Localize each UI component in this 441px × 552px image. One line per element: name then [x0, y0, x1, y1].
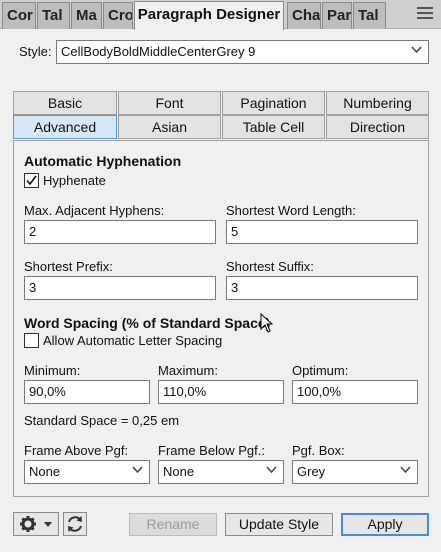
rename-button[interactable]: Rename [129, 513, 217, 536]
frame-below-label: Frame Below Pgf.: [158, 443, 265, 458]
panel-tab-4[interactable]: Cro [103, 2, 133, 29]
frame-below-value: None [163, 464, 195, 479]
style-select[interactable]: CellBodyBoldMiddleCenterGrey 9 [56, 40, 429, 64]
shortest-prefix-label: Shortest Prefix: [24, 259, 113, 274]
style-label: Style: [19, 44, 52, 59]
tab-pagination[interactable]: Pagination [222, 91, 325, 115]
frame-above-select[interactable]: None [24, 460, 150, 484]
panel-tab-2[interactable]: Tal [37, 2, 70, 29]
panel-tab-6[interactable]: Cha [287, 2, 321, 29]
word-spacing-heading: Word Spacing (% of Standard Space) [24, 315, 271, 331]
frame-above-label: Frame Above Pgf: [24, 443, 129, 458]
settings-menu-button[interactable] [13, 512, 59, 536]
pgf-box-value: Grey [297, 464, 326, 479]
chevron-down-icon [400, 466, 411, 476]
apply-button[interactable]: Apply [341, 513, 429, 536]
refresh-icon [68, 516, 82, 532]
allow-letter-spacing-label: Allow Automatic Letter Spacing [43, 333, 223, 348]
update-style-button[interactable]: Update Style [225, 513, 333, 536]
shortest-word-length-input[interactable]: 5 [226, 220, 418, 244]
tab-direction[interactable]: Direction [326, 115, 429, 139]
pgf-box-label: Pgf. Box: [292, 443, 345, 458]
gear-icon [20, 516, 52, 532]
shortest-prefix-input[interactable]: 3 [24, 276, 216, 300]
shortest-suffix-label: Shortest Suffix: [226, 259, 314, 274]
tab-numbering[interactable]: Numbering [326, 91, 429, 115]
chevron-down-icon [266, 466, 277, 476]
panel-tab-8[interactable]: Tal [353, 2, 386, 29]
panel-tab-strip: Cor Tal Ma Cro Paragraph Designer Cha Pa… [0, 0, 441, 30]
checkmark-icon [26, 175, 37, 186]
panel-tab-1[interactable]: Cor [2, 2, 36, 29]
standard-space-text: Standard Space = 0,25 em [24, 413, 180, 428]
optimum-input[interactable]: 100,0% [292, 380, 418, 404]
minimum-input[interactable]: 90,0% [24, 380, 150, 404]
max-adjacent-hyphens-input[interactable]: 2 [24, 220, 216, 244]
frame-above-value: None [29, 464, 61, 479]
tab-font[interactable]: Font [118, 91, 221, 115]
tab-paragraph-designer[interactable]: Paragraph Designer [134, 1, 284, 30]
maximum-label: Maximum: [158, 363, 218, 378]
refresh-button[interactable] [63, 512, 87, 536]
frame-below-select[interactable]: None [158, 460, 284, 484]
hyphenate-checkbox[interactable] [24, 173, 39, 188]
maximum-input[interactable]: 110,0% [158, 380, 284, 404]
tab-advanced[interactable]: Advanced [13, 115, 117, 139]
pgf-box-select[interactable]: Grey [292, 460, 418, 484]
max-adjacent-hyphens-label: Max. Adjacent Hyphens: [24, 203, 165, 218]
tab-table-cell[interactable]: Table Cell [222, 115, 325, 139]
mouse-pointer-icon [260, 312, 274, 336]
hyphenate-label: Hyphenate [43, 173, 106, 188]
automatic-hyphenation-heading: Automatic Hyphenation [24, 153, 182, 169]
chevron-down-icon [411, 46, 422, 56]
style-select-value: CellBodyBoldMiddleCenterGrey 9 [61, 44, 256, 59]
shortest-suffix-input[interactable]: 3 [226, 276, 418, 300]
tab-basic[interactable]: Basic [13, 91, 117, 115]
tab-asian[interactable]: Asian [118, 115, 221, 139]
optimum-label: Optimum: [292, 363, 349, 378]
minimum-label: Minimum: [24, 363, 81, 378]
panel-tab-3[interactable]: Ma [71, 2, 102, 29]
panel-tab-7[interactable]: Par [322, 2, 352, 29]
chevron-down-icon [132, 466, 143, 476]
hamburger-menu-icon[interactable] [417, 7, 433, 21]
shortest-word-length-label: Shortest Word Length: [226, 203, 356, 218]
allow-letter-spacing-checkbox[interactable] [24, 333, 39, 348]
